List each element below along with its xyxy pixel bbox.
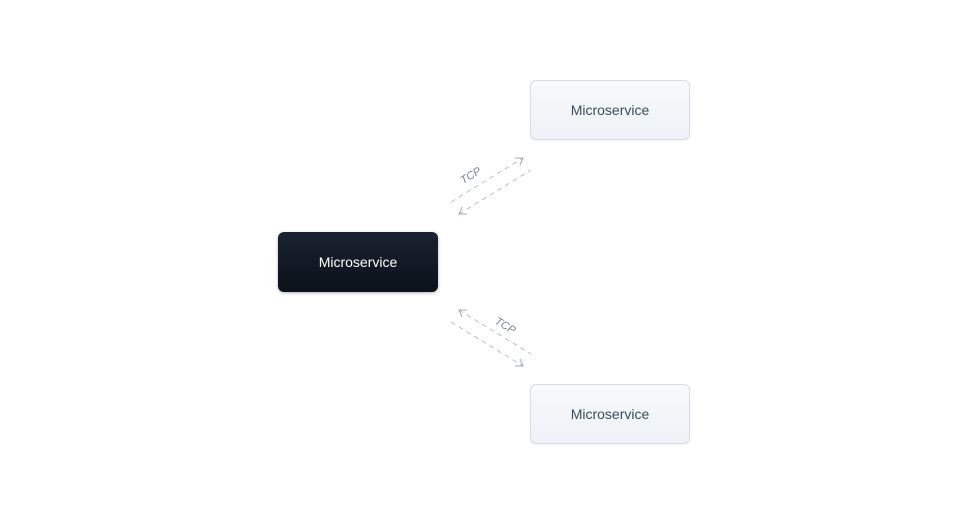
microservice-node-left-label: Microservice [319,254,398,270]
connector-bottom [0,0,970,524]
connector-bottom-label: TCP [492,315,517,337]
arrowhead-icon [515,158,523,165]
microservice-node-left: Microservice [278,232,438,292]
connector-top-label: TCP [458,165,483,187]
arrowhead-icon [515,359,523,366]
microservice-node-bottom-right-label: Microservice [571,406,650,422]
microservice-node-bottom-right: Microservice [530,384,690,444]
connector-bottom-line-a [459,310,531,354]
microservice-node-top-right-label: Microservice [571,102,650,118]
microservice-node-top-right: Microservice [530,80,690,140]
arrowhead-icon [459,310,467,317]
arrowhead-icon [459,207,467,214]
connector-top [0,0,970,524]
